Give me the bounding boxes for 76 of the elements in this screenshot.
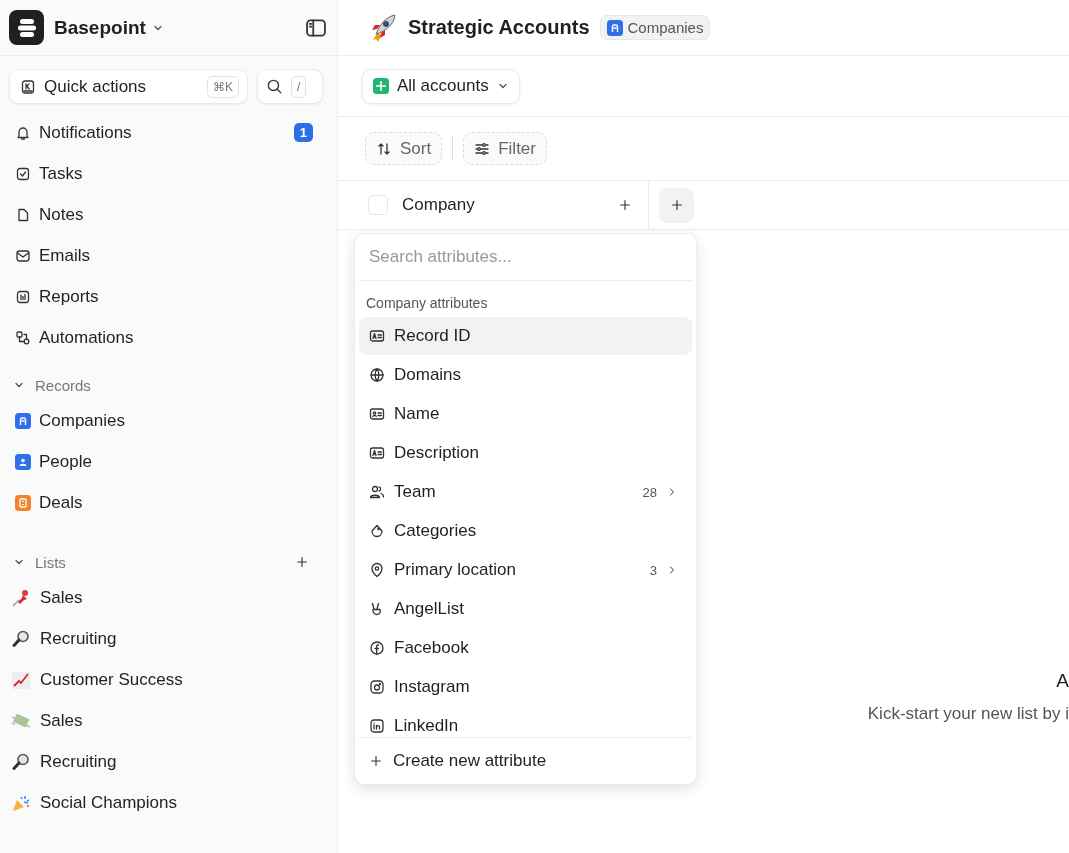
- toolbar-button[interactable]: Filter: [463, 132, 547, 165]
- list-item[interactable]: Recruiting: [0, 618, 337, 659]
- empty-state-title: A: [1056, 670, 1069, 692]
- record-item[interactable]: Companies: [0, 400, 337, 441]
- attribute-item[interactable]: Description: [359, 434, 692, 472]
- id-card-icon: [369, 445, 385, 461]
- contact-card-icon: [369, 406, 385, 422]
- attribute-item[interactable]: Primary location 3: [359, 551, 692, 589]
- workspace-switcher[interactable]: Basepoint: [54, 16, 164, 39]
- record-item[interactable]: People: [0, 441, 337, 482]
- plus-icon: [669, 198, 684, 212]
- linkedin-icon: [369, 718, 385, 734]
- nav-item[interactable]: Emails: [0, 235, 337, 276]
- people-icon: [369, 484, 385, 500]
- attribute-item[interactable]: Record ID: [359, 317, 692, 355]
- attribute-item[interactable]: Domains: [359, 356, 692, 394]
- list-item[interactable]: Social Champions: [0, 782, 337, 823]
- plus-icon: [618, 198, 632, 212]
- view-selector[interactable]: All accounts: [362, 68, 520, 104]
- shortcut-hint: /: [291, 75, 307, 98]
- checkbox-icon: [15, 165, 31, 182]
- search-icon: [266, 78, 283, 95]
- object-tag: Companies: [599, 15, 711, 40]
- list-item[interactable]: Sales: [0, 700, 337, 741]
- bar-chart-icon: [15, 288, 31, 305]
- shortcut-hint: ⌘K: [207, 75, 239, 98]
- page-title: Strategic Accounts: [408, 16, 590, 39]
- document-icon: [15, 206, 31, 223]
- globe-icon: [369, 367, 385, 383]
- magnifier-icon: [11, 751, 31, 772]
- nav-item[interactable]: Reports: [0, 276, 337, 317]
- attribute-item[interactable]: Categories: [359, 512, 692, 550]
- plus-icon: [369, 754, 383, 768]
- nav-item[interactable]: Notifications 1: [0, 112, 337, 153]
- attribute-item[interactable]: LinkedIn: [359, 707, 692, 737]
- workspace-logo: [9, 10, 44, 45]
- count: 28: [642, 484, 657, 500]
- select-all-checkbox[interactable]: [368, 195, 388, 215]
- envelope-icon: [15, 247, 31, 264]
- empty-state-text: Kick-start your new list by i: [867, 704, 1069, 724]
- command-key-icon: [20, 78, 36, 95]
- count: 3: [649, 562, 657, 578]
- list-item[interactable]: Sales: [0, 577, 337, 618]
- bell-icon: [15, 124, 31, 141]
- search-field[interactable]: Search attributes...: [359, 234, 692, 281]
- nav-item[interactable]: Tasks: [0, 153, 337, 194]
- pushpin-icon: [11, 587, 31, 608]
- notification-badge: 1: [293, 123, 313, 142]
- search-button[interactable]: /: [257, 69, 323, 104]
- attribute-item[interactable]: AngelList: [359, 590, 692, 628]
- quick-actions-button[interactable]: Quick actions ⌘K: [9, 69, 248, 104]
- attribute-item[interactable]: Instagram: [359, 668, 692, 706]
- facebook-icon: [369, 640, 385, 656]
- create-attribute-button[interactable]: Create new attribute: [359, 737, 692, 784]
- list-item[interactable]: Recruiting: [0, 741, 337, 782]
- section-title: Company attributes: [365, 294, 489, 313]
- add-column-button[interactable]: [659, 187, 694, 223]
- attribute-item[interactable]: Name: [359, 395, 692, 433]
- list-item[interactable]: Customer Success: [0, 659, 337, 700]
- nav-item[interactable]: Notes: [0, 194, 337, 235]
- trend-chart-icon: [11, 669, 31, 690]
- instagram-icon: [369, 679, 385, 695]
- records-section-toggle[interactable]: Records: [13, 376, 91, 394]
- toolbar-button[interactable]: Sort: [365, 132, 443, 165]
- plus-icon: [295, 555, 309, 569]
- id-card-icon: [369, 328, 385, 344]
- automation-icon: [15, 329, 31, 346]
- record-item[interactable]: Deals: [0, 482, 337, 523]
- attribute-item[interactable]: Team 28: [359, 473, 692, 511]
- map-pin-icon: [369, 562, 385, 578]
- lists-section-toggle[interactable]: Lists: [13, 553, 66, 571]
- attribute-item[interactable]: Facebook: [359, 629, 692, 667]
- column-header[interactable]: Company: [402, 195, 600, 215]
- nav-item[interactable]: Automations: [0, 317, 337, 358]
- magnifier-icon: [11, 628, 31, 649]
- filter-sliders-icon: [474, 140, 491, 157]
